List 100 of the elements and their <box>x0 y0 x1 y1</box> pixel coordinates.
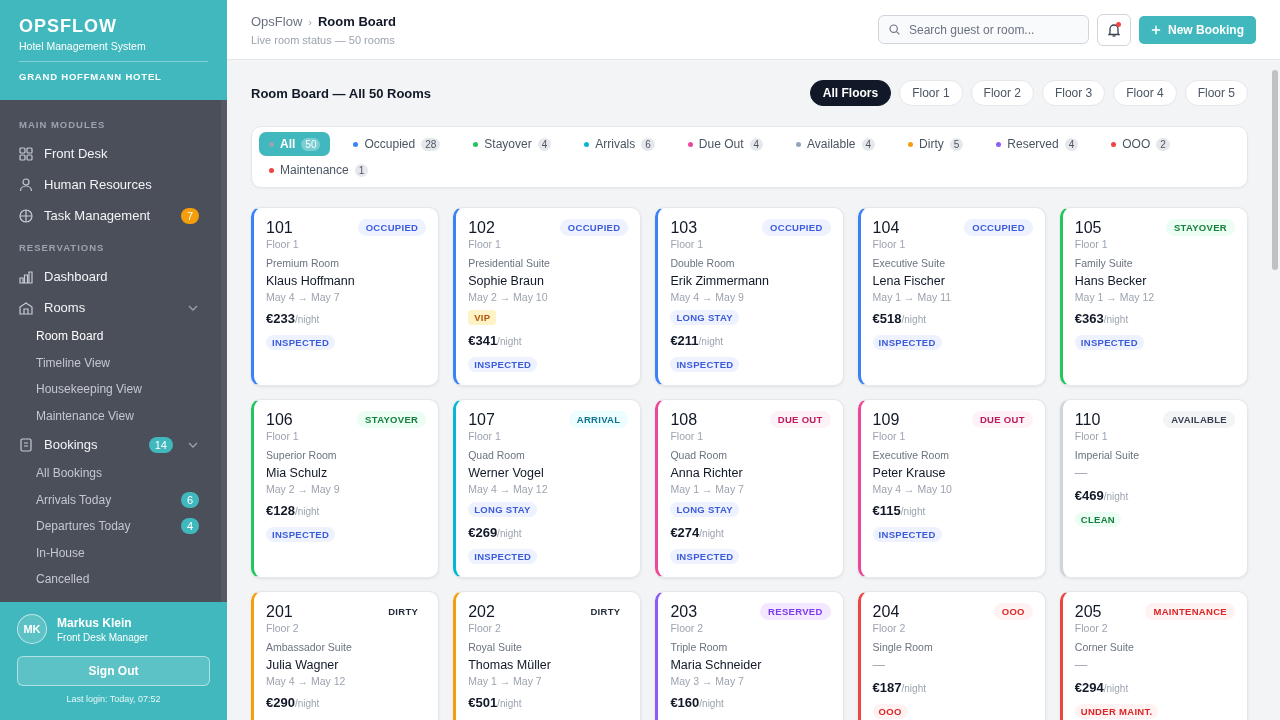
notifications-button[interactable] <box>1097 13 1131 46</box>
globe-icon <box>18 207 34 224</box>
filter-chip[interactable]: Stayover 4 <box>463 132 562 156</box>
stay-dates: May 2 → May 9 <box>266 483 340 495</box>
stay-dates: May 2 → May 10 <box>468 291 548 303</box>
user-role: Front Desk Manager <box>57 631 149 643</box>
floor-tab[interactable]: All Floors <box>809 80 892 106</box>
count-badge: 50 <box>301 137 321 151</box>
status-label: DIRTY <box>589 605 622 619</box>
room-rate: €518/night <box>872 310 926 327</box>
room-number: 107 <box>468 411 496 429</box>
guest-name: Erik Zimmermann <box>670 274 769 288</box>
nav-subitem[interactable]: Housekeeping View <box>0 376 221 403</box>
count-badge: 14 <box>148 436 173 453</box>
room-type: Executive Suite <box>872 257 945 269</box>
filter-chip[interactable]: Arrivals 6 <box>574 132 665 156</box>
status-badge: ARRIVAL <box>568 411 629 428</box>
nav-item[interactable]: Front Desk <box>0 138 221 169</box>
count-badge: 4 <box>537 137 552 151</box>
filter-chip[interactable]: Dirty 5 <box>898 132 974 156</box>
room-type: Superior Room <box>266 449 337 461</box>
room-type: Royal Suite <box>468 641 522 653</box>
nav-subitem[interactable]: All Bookings <box>0 460 221 487</box>
filter-chip[interactable]: Due Out 4 <box>677 132 774 156</box>
room-card[interactable]: 205 Floor 2 MAINTENANCE Corner Suite — €294/night UNDER MAINT. <box>1059 591 1248 720</box>
floor-tab[interactable]: Floor 2 <box>970 80 1034 106</box>
stay-dates: May 1 → May 12 <box>1074 291 1155 303</box>
brand-name: OPSFLOW <box>19 16 118 37</box>
room-floor: Floor 1 <box>670 238 704 250</box>
room-rate: €294/night <box>1074 679 1129 696</box>
nav-item[interactable]: Human Resources <box>0 169 221 200</box>
count-badge: 28 <box>421 137 441 151</box>
room-card[interactable]: 203 Floor 2 RESERVED Triple Room Maria Schneider May 3 → May 7 €160/night <box>655 591 844 720</box>
housekeeping-tag: UNDER MAINT. <box>1074 704 1159 719</box>
room-rate: €363/night <box>1074 310 1129 327</box>
search-icon <box>888 23 901 36</box>
room-card[interactable]: 108 Floor 1 DUE OUT Quad Room Anna Richter May 1 → May 7 LONG STAY €274/night INSPECTED <box>655 399 844 578</box>
status-badge: OCCUPIED <box>559 219 629 236</box>
count-badge: 4 <box>861 137 876 151</box>
stay-dates: May 1 → May 7 <box>468 675 542 687</box>
nav-item[interactable]: Dashboard <box>0 261 221 292</box>
room-type: Quad Room <box>468 449 525 461</box>
floor-tab[interactable]: Floor 1 <box>899 80 963 106</box>
nav-subitem[interactable]: In-House <box>0 539 221 566</box>
room-card[interactable]: 201 Floor 2 DIRTY Ambassador Suite Julia Wagner May 4 → May 12 €290/night <box>251 591 440 720</box>
floor-tab[interactable]: Floor 4 <box>1113 80 1177 106</box>
filter-chip[interactable]: Maintenance 1 <box>259 158 379 182</box>
room-rate: €160/night <box>670 694 724 711</box>
room-rate: €211/night <box>670 332 724 349</box>
housekeeping-tag: INSPECTED <box>872 527 942 542</box>
filter-chip[interactable]: Occupied 28 <box>343 132 451 156</box>
breadcrumb-link[interactable]: OpsFlow <box>251 13 303 29</box>
room-number: 204 <box>872 603 901 621</box>
housekeeping-tag: INSPECTED <box>266 527 336 542</box>
room-card[interactable]: 102 Floor 1 OCCUPIED Presidential Suite Sophie Braun May 2 → May 10 VIP €341/night INSPECTED <box>453 207 642 386</box>
stay-dates: May 1 → May 11 <box>872 291 952 303</box>
floor-tab[interactable]: Floor 5 <box>1184 80 1248 106</box>
room-floor: Floor 1 <box>1074 430 1108 442</box>
room-card[interactable]: 204 Floor 2 OOO Single Room — €187/night OOO <box>857 591 1046 720</box>
nav-subitem[interactable]: Departures Today 4 <box>0 513 221 540</box>
search-field[interactable]: Search guest or room... <box>878 15 1089 44</box>
filter-chip[interactable]: OOO 2 <box>1101 132 1180 156</box>
room-floor: Floor 2 <box>266 622 299 634</box>
housekeeping-tag: CLEAN <box>1074 512 1122 527</box>
filter-chip[interactable]: Reserved 4 <box>986 132 1089 156</box>
nav-subitem[interactable]: Cancelled <box>0 566 221 593</box>
nav-item[interactable]: Bookings 14 <box>0 429 221 460</box>
room-floor: Floor 1 <box>872 238 906 250</box>
room-number: 102 <box>468 219 496 237</box>
board-title: Room Board — All 50 Rooms <box>251 85 432 101</box>
stay-dates: May 1 → May 7 <box>670 483 744 495</box>
room-card[interactable]: 107 Floor 1 ARRIVAL Quad Room Werner Vogel May 4 → May 12 LONG STAY €269/night INSPECTED <box>453 399 642 578</box>
nav-item[interactable]: Rooms <box>0 292 221 323</box>
room-card[interactable]: 101 Floor 1 OCCUPIED Premium Room Klaus Hoffmann May 4 → May 7 €233/night INSPECTED <box>251 207 440 386</box>
plus-icon <box>1151 24 1161 35</box>
count-badge: 7 <box>180 207 199 224</box>
nav-subitem[interactable]: Maintenance View <box>0 402 221 429</box>
filter-chip[interactable]: Available 4 <box>786 132 886 156</box>
room-rate: €115/night <box>872 502 926 519</box>
nav-subitem[interactable]: Room Board <box>0 323 221 350</box>
nav-item[interactable]: Task Management 7 <box>0 200 221 231</box>
room-floor: Floor 2 <box>872 622 906 634</box>
room-card[interactable]: 110 Floor 1 AVAILABLE Imperial Suite — €469/night CLEAN <box>1059 399 1248 578</box>
room-number: 104 <box>872 219 901 237</box>
floor-tab[interactable]: Floor 3 <box>1041 80 1106 106</box>
room-card[interactable]: 106 Floor 1 STAYOVER Superior Room Mia Schulz May 2 → May 9 €128/night INSPECTED <box>251 399 440 578</box>
room-card[interactable]: 103 Floor 1 OCCUPIED Double Room Erik Zimmermann May 4 → May 9 LONG STAY €211/night INSPECTED <box>655 207 844 386</box>
grid-icon <box>18 145 34 162</box>
room-card[interactable]: 202 Floor 2 DIRTY Royal Suite Thomas Müller May 1 → May 7 €501/night <box>453 591 642 720</box>
room-card[interactable]: 109 Floor 1 DUE OUT Executive Room Peter Krause May 4 → May 10 €115/night INSPECTED <box>857 399 1046 578</box>
room-rate: €274/night <box>670 524 724 541</box>
last-login-text: Last login: Today, 07:52 <box>65 694 162 704</box>
count-badge: 5 <box>949 137 964 151</box>
room-card[interactable]: 104 Floor 1 OCCUPIED Executive Suite Lena Fischer May 1 → May 11 €518/night INSPECTED <box>857 207 1046 386</box>
breadcrumb-separator: › <box>308 15 312 28</box>
nav-subitem[interactable]: Arrivals Today 6 <box>0 486 221 513</box>
room-number: 205 <box>1074 603 1103 621</box>
nav-subitem[interactable]: Timeline View <box>0 349 221 376</box>
room-rate: €341/night <box>468 332 522 349</box>
room-card[interactable]: 105 Floor 1 STAYOVER Family Suite Hans Becker May 1 → May 12 €363/night INSPECTED <box>1059 207 1248 386</box>
